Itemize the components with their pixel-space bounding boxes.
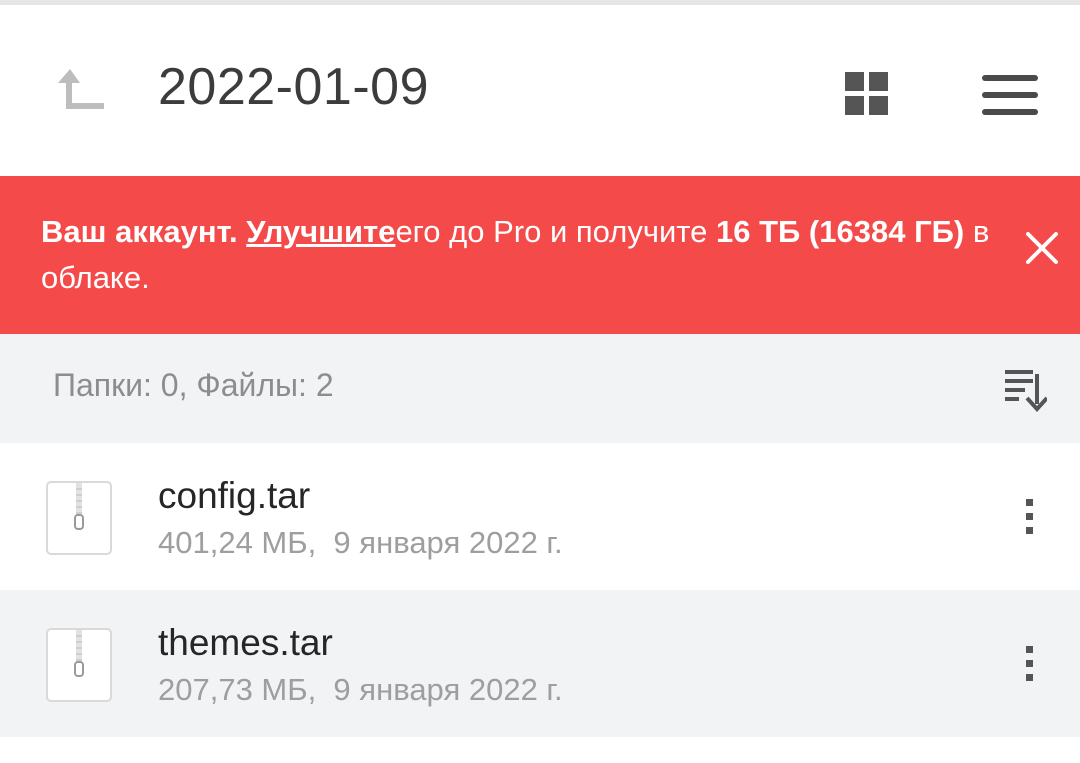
hamburger-menu-icon — [982, 75, 1038, 115]
archive-file-icon — [46, 628, 112, 702]
archive-file-icon — [46, 481, 112, 555]
app-header: 2022-01-09 — [0, 5, 1080, 176]
file-more-options-button[interactable] — [1014, 493, 1046, 539]
page-title: 2022-01-09 — [158, 58, 429, 116]
upgrade-banner-text: Ваш аккаунт. Улучшитеего до Pro и получи… — [41, 209, 991, 301]
folder-file-count: Папки: 0, Файлы: 2 — [53, 367, 334, 403]
banner-account-label: Ваш аккаунт. — [41, 214, 247, 249]
more-vertical-icon — [1026, 646, 1033, 681]
banner-close-button[interactable] — [1022, 228, 1062, 268]
file-row-config[interactable]: config.tar 401,24 МБ, 9 января 2022 г. — [0, 443, 1080, 590]
file-meta: 207,73 МБ, 9 января 2022 г. — [158, 672, 563, 707]
sort-descending-icon — [1005, 370, 1049, 412]
file-row-themes[interactable]: themes.tar 207,73 МБ, 9 января 2022 г. — [0, 590, 1080, 737]
upgrade-link[interactable]: Улучшите — [246, 214, 395, 249]
navigate-up-button[interactable] — [52, 63, 112, 119]
more-vertical-icon — [1026, 499, 1033, 534]
file-name: config.tar — [158, 475, 311, 516]
arrow-up-left-icon — [58, 69, 104, 109]
upgrade-banner: Ваш аккаунт. Улучшитеего до Pro и получи… — [0, 176, 1080, 334]
banner-body-text: его до Pro и получите — [395, 214, 716, 249]
file-more-options-button[interactable] — [1014, 640, 1046, 686]
file-meta: 401,24 МБ, 9 января 2022 г. — [158, 525, 563, 560]
file-name: themes.tar — [158, 622, 333, 663]
banner-storage-amount: 16 ТБ (16384 ГБ) — [716, 214, 965, 249]
grid-view-icon — [845, 72, 888, 115]
folder-summary-bar: Папки: 0, Файлы: 2 — [0, 334, 1080, 443]
close-icon — [1026, 232, 1058, 264]
sort-button[interactable] — [1003, 366, 1049, 412]
grid-view-button[interactable] — [845, 72, 889, 116]
main-menu-button[interactable] — [980, 73, 1040, 117]
